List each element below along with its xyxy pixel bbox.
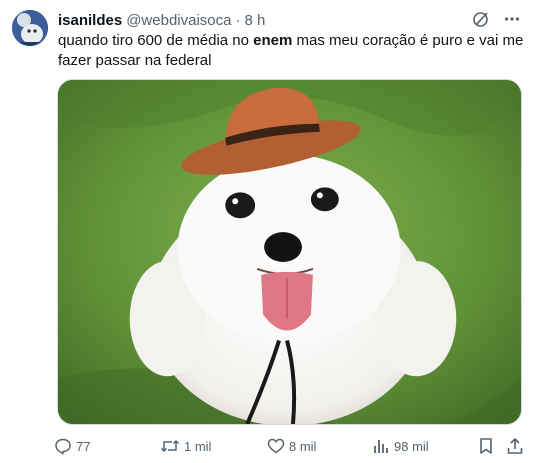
separator-dot: ·	[235, 11, 241, 29]
views-button[interactable]: 98 mil	[372, 437, 429, 455]
user-handle[interactable]: @webdivaisoca	[126, 12, 231, 29]
tweet[interactable]: isanildes @webdivaisoca · 8 h quando tir…	[0, 0, 538, 463]
tweet-actions: 77 1 mil 8 mil 98 mil	[54, 434, 528, 458]
share-icon	[507, 437, 523, 454]
display-name[interactable]: isanildes	[58, 12, 122, 29]
tweet-media-photo[interactable]	[57, 79, 522, 425]
repost-count: 1 mil	[184, 438, 212, 454]
avatar[interactable]	[12, 10, 48, 46]
repost-button[interactable]: 1 mil	[160, 437, 211, 455]
bookmark-button[interactable]	[478, 437, 494, 455]
tweet-header: isanildes @webdivaisoca · 8 h	[58, 10, 265, 30]
like-count: 8 mil	[289, 438, 317, 454]
timestamp[interactable]: 8 h	[244, 12, 265, 29]
grok-icon[interactable]	[472, 10, 490, 28]
tweet-top-icons	[472, 10, 520, 28]
share-button[interactable]	[506, 437, 524, 455]
dog-with-hat-photo	[58, 80, 521, 424]
like-button[interactable]: 8 mil	[267, 437, 316, 455]
reply-button[interactable]: 77	[54, 437, 90, 455]
reply-count: 77	[76, 438, 91, 454]
reply-icon	[55, 438, 71, 455]
views-count: 98 mil	[394, 438, 429, 454]
repost-icon	[160, 439, 180, 453]
tweet-text-part: quando tiro 600 de média no	[58, 32, 254, 49]
more-icon[interactable]	[504, 10, 520, 28]
tweet-text-bold: enem	[253, 32, 293, 49]
tweet-text: quando tiro 600 de média no enem mas meu…	[58, 31, 528, 71]
bookmark-icon	[480, 438, 492, 454]
views-chart-icon	[374, 440, 388, 453]
heart-icon	[267, 438, 285, 454]
